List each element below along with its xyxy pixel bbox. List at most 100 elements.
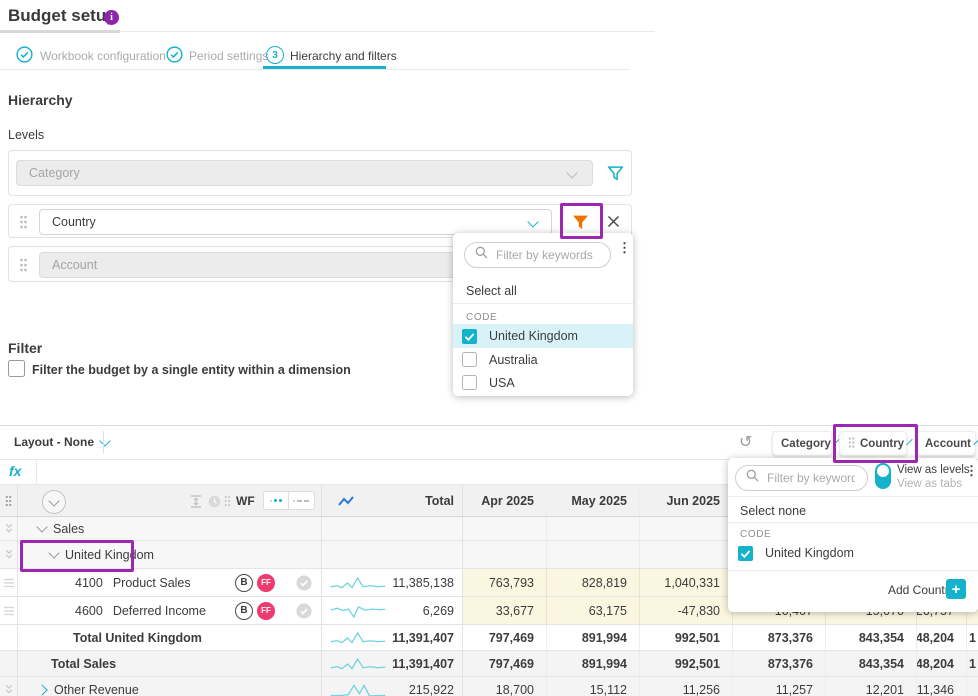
month-cell[interactable]: 63,175	[547, 597, 640, 624]
chevron-right-icon[interactable]	[36, 684, 47, 695]
layout-selector[interactable]: Layout - None	[14, 435, 109, 449]
month-cell[interactable]: 843,354	[826, 651, 917, 676]
chevron-down-icon[interactable]	[48, 547, 59, 558]
month-cell[interactable]	[640, 517, 733, 540]
total-cell[interactable]: 11,385,138	[322, 569, 463, 596]
table-row-total-united-kingdom[interactable]: Total United Kingdom 11,391,407 797,469 …	[0, 625, 978, 651]
fit-rows-icon[interactable]	[190, 495, 202, 511]
popup-search-field[interactable]	[464, 242, 611, 268]
table-row-total-sales[interactable]: Total Sales 11,391,407 797,469 891,994 9…	[0, 651, 978, 677]
checkbox-checked-icon[interactable]	[462, 329, 477, 344]
month-cell[interactable]: 11,257	[733, 677, 826, 696]
month-cell[interactable]: 18,700	[463, 677, 547, 696]
wf-cell[interactable]: B FF	[230, 569, 322, 596]
row-label-cell[interactable]: Other Revenue	[18, 677, 230, 696]
remove-level-icon[interactable]	[607, 215, 620, 233]
total-cell[interactable]: 11,391,407	[322, 651, 463, 676]
info-icon[interactable]: i	[104, 10, 119, 25]
month-cell[interactable]	[640, 541, 733, 568]
total-cell[interactable]	[322, 541, 463, 568]
month-cell[interactable]: 992,501	[640, 651, 733, 676]
month-cell[interactable]: 992,501	[640, 625, 733, 650]
popup-menu-icon[interactable]: ⋮	[618, 246, 631, 250]
checkbox-checked-icon[interactable]	[738, 546, 753, 561]
month-cell[interactable]: 12,201	[826, 677, 917, 696]
month-cell[interactable]	[547, 517, 640, 540]
month-cell[interactable]: 1,348,204	[917, 651, 967, 676]
view-as-levels-label[interactable]: View as levels	[897, 464, 970, 476]
row-label-cell[interactable]: United Kingdom	[18, 541, 230, 568]
view-mode-toggle[interactable]	[875, 463, 891, 489]
month-column-header[interactable]: May 2025	[547, 485, 640, 516]
add-country-button[interactable]: +	[946, 579, 966, 599]
total-cell[interactable]: 6,269	[322, 597, 463, 624]
month-cell[interactable]: 1,348,204	[917, 625, 967, 650]
popup-menu-icon[interactable]: ⋮	[965, 469, 978, 473]
month-cell[interactable]: 11,256	[640, 677, 733, 696]
row-label-cell[interactable]: 4600 Deferred Income	[18, 597, 230, 624]
month-cell[interactable]: 891,994	[547, 625, 640, 650]
select-none-option[interactable]: Select none	[740, 504, 806, 518]
owner-badge-ff[interactable]: FF	[257, 574, 275, 592]
category-level-select[interactable]: Category	[16, 160, 593, 186]
row-label-cell[interactable]: Total Sales	[18, 651, 230, 676]
dimension-pill-category[interactable]: Category	[772, 431, 832, 456]
country-level-select[interactable]: Country	[39, 209, 552, 235]
month-cell[interactable]: 11,346	[917, 677, 967, 696]
month-cell[interactable]: 763,793	[463, 569, 547, 596]
category-filter-icon[interactable]	[607, 165, 624, 187]
workflow-badge-b[interactable]: B	[235, 574, 253, 592]
segment-dashes[interactable]	[289, 492, 314, 509]
month-cell[interactable]	[547, 541, 640, 568]
month-cell[interactable]: 15,112	[547, 677, 640, 696]
table-row-other-revenue[interactable]: Other Revenue 215,922 18,700 15,112 11,2…	[0, 677, 978, 696]
search-input[interactable]	[765, 470, 857, 486]
month-cell[interactable]: 797,469	[463, 625, 547, 650]
view-mode-switcher[interactable]	[263, 491, 315, 510]
row-gutter[interactable]	[0, 569, 18, 596]
option-australia[interactable]: Australia	[453, 348, 633, 371]
month-cell[interactable]	[463, 517, 547, 540]
total-cell[interactable]: 215,922	[322, 677, 463, 696]
approved-check-icon[interactable]	[296, 575, 312, 594]
popup-search-field[interactable]	[735, 465, 868, 491]
month-cell[interactable]: -47,830	[640, 597, 733, 624]
select-all-option[interactable]: Select all	[466, 284, 517, 298]
checkbox-unchecked-icon[interactable]	[462, 375, 477, 390]
tab-period-settings[interactable]: Period settings	[189, 49, 268, 63]
clock-icon[interactable]	[208, 495, 221, 511]
dimension-pill-country[interactable]: Country	[839, 431, 907, 456]
total-cell[interactable]: 11,391,407	[322, 625, 463, 650]
search-input[interactable]	[494, 247, 600, 263]
option-usa[interactable]: USA	[453, 371, 633, 394]
row-label-cell[interactable]: Total United Kingdom	[18, 625, 230, 650]
approved-check-icon[interactable]	[296, 603, 312, 622]
month-cell[interactable]: 1,040,331	[640, 569, 733, 596]
history-undo-icon[interactable]: ↺	[739, 432, 752, 452]
month-cell[interactable]: 891,994	[547, 651, 640, 676]
row-label-cell[interactable]: Sales	[18, 517, 230, 540]
tab-workbook-configuration[interactable]: Workbook configuration	[40, 49, 166, 63]
wf-cell[interactable]: B FF	[230, 597, 322, 624]
month-cell[interactable]: 828,819	[547, 569, 640, 596]
chevron-down-icon[interactable]	[36, 521, 47, 532]
filter-checkbox[interactable]	[8, 360, 25, 382]
workflow-badge-b[interactable]: B	[235, 602, 253, 620]
month-cell[interactable]: 873,376	[733, 651, 826, 676]
month-cell[interactable]: 797,469	[463, 651, 547, 676]
owner-badge-ff[interactable]: FF	[257, 602, 275, 620]
checkbox-unchecked-icon[interactable]	[462, 352, 477, 367]
month-cell[interactable]: 843,354	[826, 625, 917, 650]
total-cell[interactable]	[322, 517, 463, 540]
row-gutter[interactable]	[0, 677, 18, 696]
month-cell[interactable]: 873,376	[733, 625, 826, 650]
add-country-label[interactable]: Add Country	[888, 583, 955, 597]
row-gutter[interactable]	[0, 597, 18, 624]
view-as-tabs-label[interactable]: View as tabs	[897, 478, 962, 490]
dimension-pill-account[interactable]: Account	[916, 431, 976, 456]
expand-collapse-all-icon[interactable]	[42, 490, 66, 514]
row-gutter[interactable]	[0, 517, 18, 540]
segment-dots[interactable]	[264, 492, 290, 509]
row-label-cell[interactable]: 4100 Product Sales	[18, 569, 230, 596]
row-gutter[interactable]	[0, 541, 18, 568]
